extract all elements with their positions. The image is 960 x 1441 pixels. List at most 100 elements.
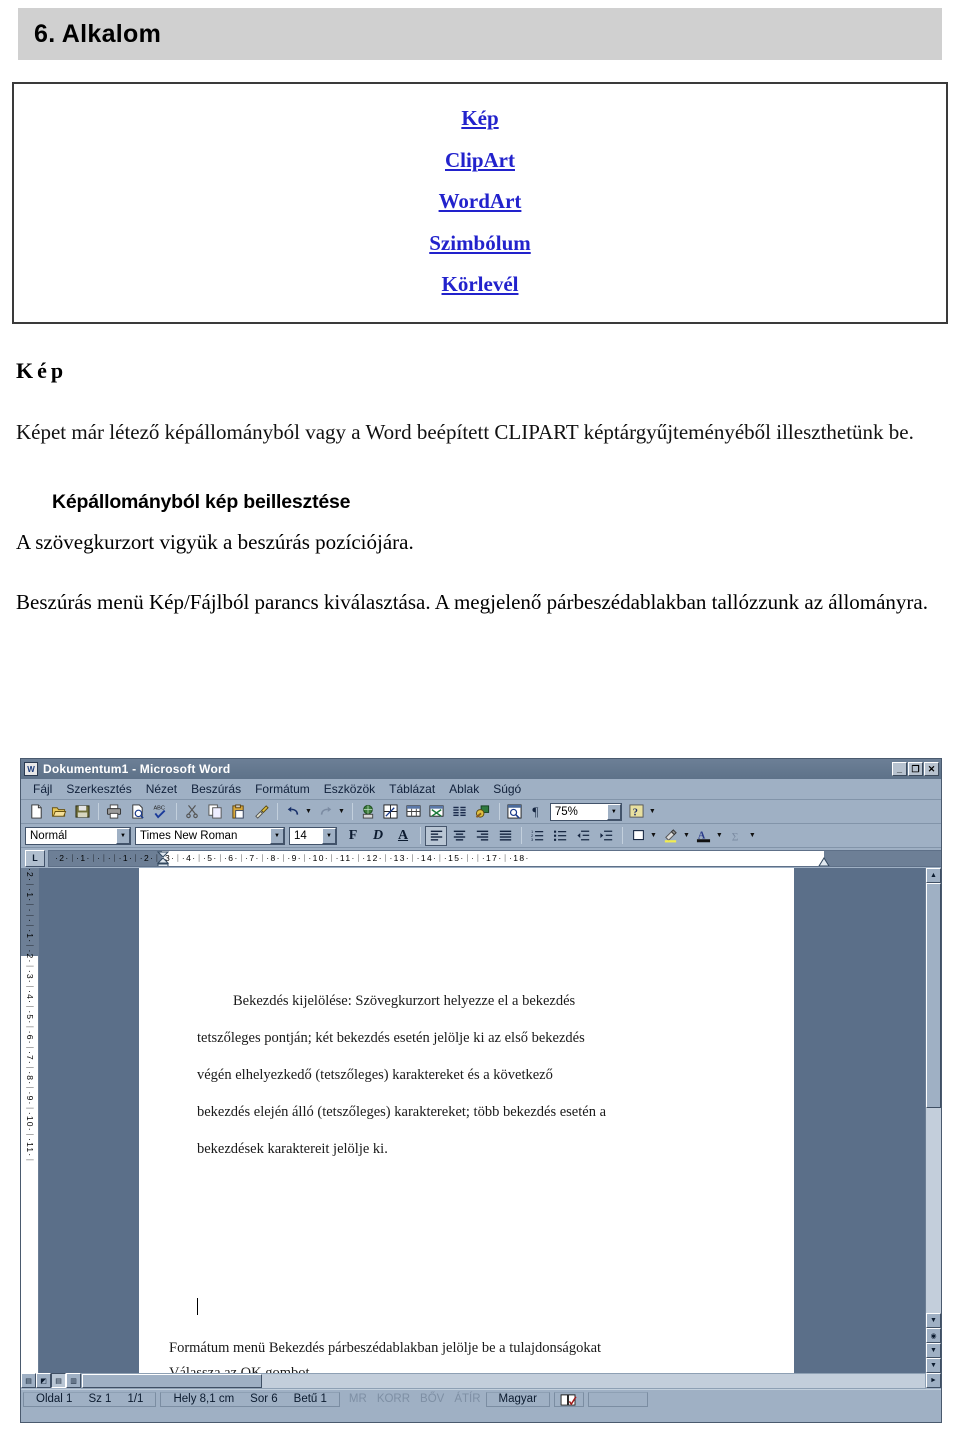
vertical-ruler[interactable]: ·2·ᛁ·1·ᛁ·ᛁ·ᛁ·1·ᛁ·2·ᛁ·3·ᛁ·4·ᛁ·5·ᛁ·6·ᛁ·7·ᛁ… <box>21 868 39 1373</box>
italic-button[interactable]: D <box>366 826 390 846</box>
numbered-list-icon[interactable]: 123 <box>526 826 548 846</box>
open-folder-icon[interactable] <box>48 802 70 822</box>
tables-and-borders-icon[interactable] <box>380 802 402 822</box>
bulleted-list-icon[interactable] <box>549 826 571 846</box>
menu-sugo[interactable]: Súgó <box>486 781 528 797</box>
outline-view-icon[interactable]: ▥ <box>66 1373 81 1388</box>
step-2-paragraph: Beszúrás menü Kép/Fájlból parancs kivála… <box>16 589 928 614</box>
sigma-more-icon[interactable]: Σ <box>726 826 748 846</box>
scroll-up-button[interactable]: ▲ <box>926 868 941 883</box>
formatting-more-buttons-icon[interactable]: ▼ <box>749 832 756 839</box>
menu-eszkozok[interactable]: Eszközök <box>317 781 382 797</box>
redo-dropdown-icon[interactable]: ▼ <box>338 808 345 815</box>
vertical-scrollbar[interactable]: ▲ ▼ ◉ ▼ ▼ <box>925 868 941 1373</box>
print-preview-icon[interactable] <box>126 802 148 822</box>
restore-button[interactable]: ❐ <box>908 762 923 776</box>
font-size-dropdown-icon[interactable]: ▼ <box>322 827 336 844</box>
save-disk-icon[interactable] <box>71 802 93 822</box>
columns-icon[interactable] <box>449 802 471 822</box>
insert-excel-worksheet-icon[interactable] <box>426 802 448 822</box>
zoom-combo[interactable]: 75% ▼ <box>549 802 622 821</box>
link-szimbolum[interactable]: Szimbólum <box>14 223 946 265</box>
horizontal-scroll-thumb[interactable] <box>82 1374 262 1388</box>
redo-icon[interactable] <box>315 802 337 822</box>
zoom-dropdown-icon[interactable]: ▼ <box>606 803 621 820</box>
step-1-paragraph: A szövegkurzort vigyük a beszúrás pozíci… <box>16 530 414 555</box>
paste-clipboard-icon[interactable] <box>227 802 249 822</box>
menu-ablak[interactable]: Ablak <box>442 781 486 797</box>
copy-icon[interactable] <box>204 802 226 822</box>
status-group-language[interactable]: Magyar <box>485 1391 550 1407</box>
align-center-icon[interactable] <box>448 826 470 846</box>
cut-scissors-icon[interactable] <box>181 802 203 822</box>
document-canvas[interactable]: Bekezdés kijelölése: Szövegkurzort helye… <box>39 868 925 1373</box>
indent-marker-right[interactable] <box>817 856 831 867</box>
menu-beszuras[interactable]: Beszúrás <box>184 781 248 797</box>
link-wordart[interactable]: WordArt <box>14 181 946 223</box>
insert-hyperlink-icon[interactable] <box>357 802 379 822</box>
horizontal-scroll-track[interactable] <box>81 1373 926 1389</box>
style-combo[interactable]: Normál ▼ <box>25 826 131 845</box>
tab-stop-selector[interactable]: L <box>25 849 45 867</box>
menu-formatum[interactable]: Formátum <box>248 781 317 797</box>
undo-dropdown-icon[interactable]: ▼ <box>305 808 312 815</box>
vertical-scroll-thumb[interactable] <box>926 883 941 1108</box>
scroll-down-button[interactable]: ▼ <box>926 1358 941 1373</box>
insert-table-icon[interactable] <box>403 802 425 822</box>
menu-tablazat[interactable]: Táblázat <box>382 781 442 797</box>
undo-icon[interactable] <box>282 802 304 822</box>
spelling-book-icon[interactable] <box>559 1392 579 1406</box>
link-clipart[interactable]: ClipArt <box>14 140 946 182</box>
select-browse-object-button[interactable]: ◉ <box>926 1328 941 1343</box>
align-right-icon[interactable] <box>471 826 493 846</box>
new-document-icon[interactable] <box>25 802 47 822</box>
font-size-combo[interactable]: 14 ▼ <box>289 826 337 845</box>
indent-marker-left[interactable] <box>156 851 170 867</box>
view-buttons-group: ▤ ◩ ▤ ▥ <box>21 1373 81 1389</box>
status-flag-atir[interactable]: ÁTÍR <box>449 1393 485 1405</box>
status-flag-korr[interactable]: KORR <box>372 1393 415 1405</box>
font-color-dropdown-icon[interactable]: ▼ <box>716 832 723 839</box>
font-color-icon[interactable]: A <box>693 826 715 846</box>
style-dropdown-icon[interactable]: ▼ <box>116 827 130 844</box>
link-korlevel[interactable]: Körlevél <box>14 264 946 306</box>
document-page[interactable]: Bekezdés kijelölése: Szövegkurzort helye… <box>139 868 794 1373</box>
print-icon[interactable] <box>103 802 125 822</box>
previous-page-button[interactable]: ▼ <box>926 1313 941 1328</box>
menu-szerkesztes[interactable]: Szerkesztés <box>59 781 138 797</box>
spelling-check-icon[interactable]: ABC <box>149 802 171 822</box>
status-group-spellcheck[interactable] <box>553 1391 584 1407</box>
more-buttons-icon[interactable]: ▼ <box>649 808 656 815</box>
align-justify-icon[interactable] <box>494 826 516 846</box>
highlight-color-icon[interactable] <box>660 826 682 846</box>
increase-indent-icon[interactable] <box>595 826 617 846</box>
office-assistant-icon[interactable]: ? <box>626 802 648 822</box>
menu-nezet[interactable]: Nézet <box>139 781 184 797</box>
bold-button[interactable]: F <box>341 826 365 846</box>
decrease-indent-icon[interactable] <box>572 826 594 846</box>
horizontal-ruler[interactable]: ·2·ᛁ·1·ᛁ·ᛁ·ᛁ·1·ᛁ·2·ᛁ·3·ᛁ·4·ᛁ·5·ᛁ·6·ᛁ·7·ᛁ… <box>48 849 941 867</box>
next-page-button[interactable]: ▼ <box>926 1343 941 1358</box>
font-dropdown-icon[interactable]: ▼ <box>270 827 284 844</box>
status-flag-mr[interactable]: MR <box>344 1393 372 1405</box>
align-left-icon[interactable] <box>425 825 447 846</box>
highlight-dropdown-icon[interactable]: ▼ <box>683 832 690 839</box>
minimize-button[interactable]: _ <box>892 762 907 776</box>
menu-fajl[interactable]: Fájl <box>26 781 59 797</box>
underline-button[interactable]: A <box>391 826 415 846</box>
normal-view-icon[interactable]: ▤ <box>21 1373 36 1388</box>
font-combo[interactable]: Times New Roman ▼ <box>135 826 285 845</box>
link-kep[interactable]: Kép <box>14 98 946 140</box>
web-layout-view-icon[interactable]: ◩ <box>36 1373 51 1388</box>
close-button[interactable]: ✕ <box>924 762 939 776</box>
borders-dropdown-icon[interactable]: ▼ <box>650 832 657 839</box>
status-flag-bov[interactable]: BŐV <box>415 1393 449 1405</box>
borders-icon[interactable] <box>627 826 649 846</box>
document-map-icon[interactable] <box>504 802 526 822</box>
format-painter-icon[interactable] <box>250 802 272 822</box>
print-layout-view-icon[interactable]: ▤ <box>51 1373 66 1388</box>
show-formatting-marks-icon[interactable]: ¶ <box>527 802 549 822</box>
vertical-scroll-track[interactable] <box>926 1108 941 1313</box>
scroll-right-button[interactable]: ► <box>926 1373 941 1388</box>
drawing-icon[interactable] <box>472 802 494 822</box>
